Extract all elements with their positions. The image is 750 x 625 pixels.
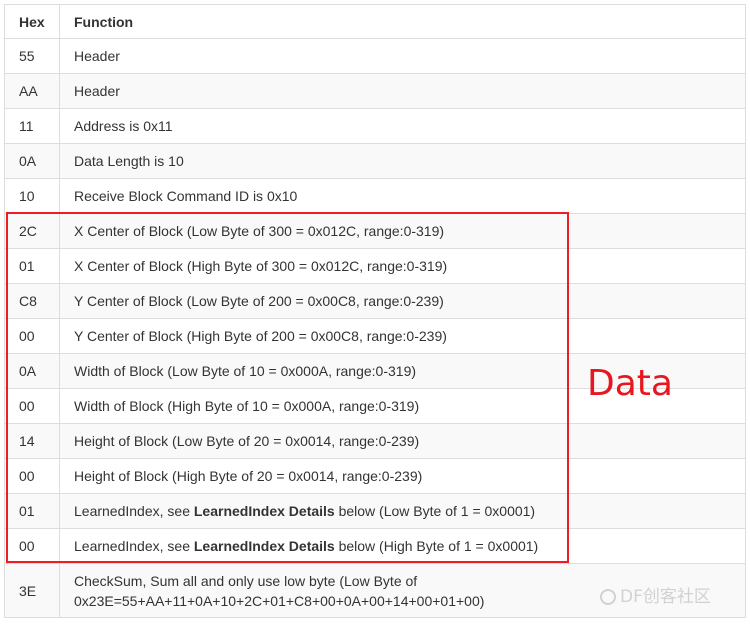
hex-cell: 10 xyxy=(4,178,60,214)
table-row: 11 Address is 0x11 xyxy=(4,108,746,144)
table-row: 2C X Center of Block (Low Byte of 300 = … xyxy=(4,213,746,249)
hex-cell: 2C xyxy=(4,213,60,249)
function-cell: X Center of Block (Low Byte of 300 = 0x0… xyxy=(59,213,746,249)
function-cell: Data Length is 10 xyxy=(59,143,746,179)
table-row: 55 Header xyxy=(4,38,746,74)
hex-cell: 00 xyxy=(4,318,60,354)
data-annotation-label: Data xyxy=(587,363,673,404)
function-cell: Receive Block Command ID is 0x10 xyxy=(59,178,746,214)
table-row: 01 X Center of Block (High Byte of 300 =… xyxy=(4,248,746,284)
hex-cell: 00 xyxy=(4,388,60,424)
function-text: LearnedIndex, see xyxy=(74,538,194,554)
watermark-text: DF创客社区 xyxy=(620,587,711,607)
function-cell: Header xyxy=(59,73,746,109)
learnedindex-details-ref: LearnedIndex Details xyxy=(193,538,335,554)
hex-cell: 00 xyxy=(4,528,60,564)
function-cell: LearnedIndex, see LearnedIndex Details b… xyxy=(59,493,746,529)
protocol-table: Hex Function 55 Header AA Header 11 Addr… xyxy=(4,4,746,618)
function-cell: Height of Block (High Byte of 20 = 0x001… xyxy=(59,458,746,494)
function-cell: Height of Block (Low Byte of 20 = 0x0014… xyxy=(59,423,746,459)
hex-cell: 3E xyxy=(4,563,60,618)
table-row: 00 Y Center of Block (High Byte of 200 =… xyxy=(4,318,746,354)
table-row: C8 Y Center of Block (Low Byte of 200 = … xyxy=(4,283,746,319)
hex-cell: AA xyxy=(4,73,60,109)
hex-cell: 14 xyxy=(4,423,60,459)
function-cell: Address is 0x11 xyxy=(59,108,746,144)
df-logo-icon xyxy=(600,589,616,605)
table-row: 0A Data Length is 10 xyxy=(4,143,746,179)
hex-cell: 01 xyxy=(4,493,60,529)
table-row: 01 LearnedIndex, see LearnedIndex Detail… xyxy=(4,493,746,529)
learnedindex-details-ref: LearnedIndex Details xyxy=(193,503,335,519)
table-row: 14 Height of Block (Low Byte of 20 = 0x0… xyxy=(4,423,746,459)
function-text: below (Low Byte of 1 = 0x0001) xyxy=(334,503,536,519)
hex-cell: 00 xyxy=(4,458,60,494)
hex-cell: 11 xyxy=(4,108,60,144)
function-cell: Header xyxy=(59,38,746,74)
table-row: 00 LearnedIndex, see LearnedIndex Detail… xyxy=(4,528,746,564)
function-cell: Y Center of Block (High Byte of 200 = 0x… xyxy=(59,318,746,354)
function-cell: X Center of Block (High Byte of 300 = 0x… xyxy=(59,248,746,284)
column-header-hex: Hex xyxy=(4,4,60,39)
hex-cell: 01 xyxy=(4,248,60,284)
hex-cell: 55 xyxy=(4,38,60,74)
function-text: below (High Byte of 1 = 0x0001) xyxy=(334,538,539,554)
table-header-row: Hex Function xyxy=(4,4,746,39)
function-cell: Y Center of Block (Low Byte of 200 = 0x0… xyxy=(59,283,746,319)
watermark: DF创客社区 xyxy=(600,582,711,607)
column-header-function: Function xyxy=(59,4,746,39)
function-cell: LearnedIndex, see LearnedIndex Details b… xyxy=(59,528,746,564)
hex-cell: C8 xyxy=(4,283,60,319)
table-row: 10 Receive Block Command ID is 0x10 xyxy=(4,178,746,214)
table-row: AA Header xyxy=(4,73,746,109)
function-text: LearnedIndex, see xyxy=(74,503,194,519)
hex-cell: 0A xyxy=(4,353,60,389)
table-row: 00 Height of Block (High Byte of 20 = 0x… xyxy=(4,458,746,494)
hex-cell: 0A xyxy=(4,143,60,179)
